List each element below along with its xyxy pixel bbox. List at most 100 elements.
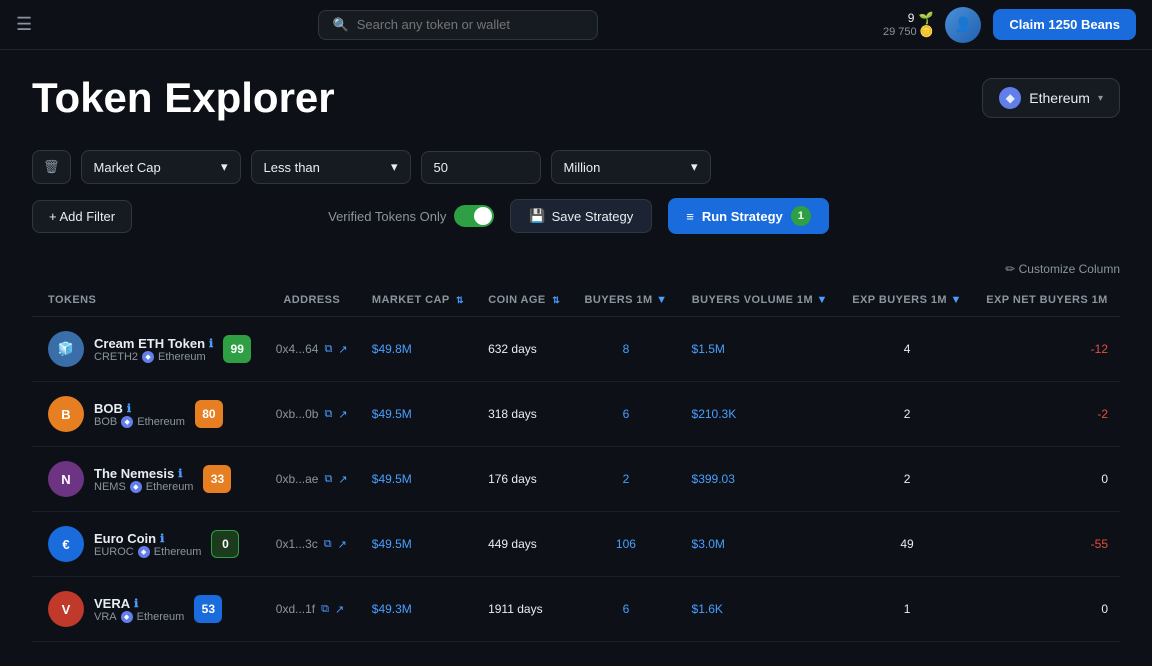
external-link-icon[interactable]: ↗ <box>338 473 347 486</box>
header-left: ☰ <box>16 14 32 35</box>
net-buyers-value: 0 <box>974 577 1120 642</box>
token-symbol: BOB ◆ Ethereum <box>94 416 185 428</box>
filters-row: 🗑 Market Cap ▾ Less than ▾ Million ▾ <box>32 150 1120 184</box>
coin-age-value: 318 days <box>476 382 572 447</box>
address-value: 0xb...ae <box>276 472 319 486</box>
token-symbol: CRETH2 ◆ Ethereum <box>94 351 213 363</box>
unit-filter[interactable]: Million ▾ <box>551 150 711 184</box>
eth-network-icon: ◆ <box>138 546 150 558</box>
market-cap-value: $49.8M <box>360 317 476 382</box>
buyers-volume-value: $3.0M <box>680 512 841 577</box>
token-name: The Nemesis ℹ <box>94 466 193 481</box>
col-coin-age: COIN AGE ⇅ <box>476 284 572 317</box>
exp-buyers-value: 1 <box>840 577 974 642</box>
exp-buyers-value: 49 <box>840 512 974 577</box>
search-input[interactable] <box>357 17 583 32</box>
copy-icon[interactable]: ⧉ <box>321 603 329 616</box>
tokens-table: TOKENS ADDRESS MARKET CAP ⇅ COIN AGE ⇅ B… <box>32 284 1120 642</box>
avatar[interactable]: 👤 <box>945 7 981 43</box>
external-link-icon[interactable]: ↗ <box>338 343 347 356</box>
add-filter-button[interactable]: + Add Filter <box>32 200 132 233</box>
copy-icon[interactable]: ⧉ <box>324 343 332 356</box>
verified-toggle-wrap: Verified Tokens Only <box>328 205 494 227</box>
token-score: 80 <box>195 400 223 428</box>
token-cell: N The Nemesis ℹ NEMS ◆ Ethereum 33 <box>32 447 264 512</box>
token-symbol: VRA ◆ Ethereum <box>94 611 184 623</box>
header-right: 9 🌱 29 750 🪙 👤 Claim 1250 Beans <box>883 7 1136 43</box>
exp-buyers-value: 2 <box>840 382 974 447</box>
col-buyers[interactable]: BUYERS 1M ▼ <box>572 284 679 317</box>
info-icon[interactable]: ℹ <box>178 467 182 480</box>
unit-chevron: ▾ <box>691 159 698 175</box>
net-buyers-value: -2 <box>974 382 1120 447</box>
beans-count: 9 🌱 <box>908 11 934 25</box>
token-address: 0x1...3c ⧉ ↗ <box>264 512 360 577</box>
token-symbol: EUROC ◆ Ethereum <box>94 546 201 558</box>
copy-icon[interactable]: ⧉ <box>324 473 332 486</box>
run-strategy-button[interactable]: ≡ Run Strategy 1 <box>668 198 829 234</box>
token-name-wrap: Euro Coin ℹ EUROC ◆ Ethereum <box>94 531 201 558</box>
token-symbol: NEMS ◆ Ethereum <box>94 481 193 493</box>
info-icon[interactable]: ℹ <box>127 402 131 415</box>
info-icon[interactable]: ℹ <box>209 337 213 350</box>
market-cap-filter[interactable]: Market Cap ▾ <box>81 150 241 184</box>
market-cap-value: $49.3M <box>360 577 476 642</box>
col-net-buyers[interactable]: EXP NET BUYERS 1M <box>974 284 1120 317</box>
search-bar: 🔍 <box>318 10 598 40</box>
col-address: ADDRESS <box>264 284 360 317</box>
net-buyers-value: -12 <box>974 317 1120 382</box>
external-link-icon[interactable]: ↗ <box>335 603 344 616</box>
token-score: 33 <box>203 465 231 493</box>
buyers-volume-value: $210.3K <box>680 382 841 447</box>
info-icon[interactable]: ℹ <box>134 597 138 610</box>
token-cell: € Euro Coin ℹ EUROC ◆ Ethereum 0 <box>32 512 264 577</box>
value-input[interactable] <box>421 151 541 184</box>
exp-buyers-value: 4 <box>840 317 974 382</box>
market-cap-chevron: ▾ <box>221 159 228 175</box>
market-cap-value: $49.5M <box>360 447 476 512</box>
network-selector[interactable]: ◆ Ethereum ▾ <box>982 78 1120 118</box>
external-link-icon[interactable]: ↗ <box>338 538 347 551</box>
token-name-wrap: The Nemesis ℹ NEMS ◆ Ethereum <box>94 466 193 493</box>
token-name: Cream ETH Token ℹ <box>94 336 213 351</box>
points-icon: 🪙 <box>920 26 934 38</box>
token-name-wrap: VERA ℹ VRA ◆ Ethereum <box>94 596 184 623</box>
net-buyers-value: 0 <box>974 447 1120 512</box>
eth-network-icon: ◆ <box>121 416 133 428</box>
col-buyers-vol[interactable]: BUYERS VOLUME 1M ▼ <box>680 284 841 317</box>
coin-age-value: 632 days <box>476 317 572 382</box>
claim-button[interactable]: Claim 1250 Beans <box>993 9 1136 40</box>
buyers-value: 6 <box>572 382 679 447</box>
token-address: 0xb...0b ⧉ ↗ <box>264 382 360 447</box>
col-tokens: TOKENS <box>32 284 264 317</box>
col-exp-buyers[interactable]: EXP BUYERS 1M ▼ <box>840 284 974 317</box>
eth-icon: ◆ <box>999 87 1021 109</box>
table-row: N The Nemesis ℹ NEMS ◆ Ethereum 33 0xb <box>32 447 1120 512</box>
search-icon: 🔍 <box>333 17 349 33</box>
token-logo: N <box>48 461 84 497</box>
customize-columns-button[interactable]: ✏ Customize Column <box>32 262 1120 276</box>
token-address: 0xd...1f ⧉ ↗ <box>264 577 360 642</box>
market-cap-value: $49.5M <box>360 382 476 447</box>
table-row: 🧊 Cream ETH Token ℹ CRETH2 ◆ Ethereum 99 <box>32 317 1120 382</box>
delete-filter-button[interactable]: 🗑 <box>32 150 71 184</box>
save-strategy-button[interactable]: 💾 Save Strategy <box>510 199 652 233</box>
toggle-knob <box>474 207 492 225</box>
token-name-wrap: Cream ETH Token ℹ CRETH2 ◆ Ethereum <box>94 336 213 363</box>
net-buyers-value: -55 <box>974 512 1120 577</box>
external-link-icon[interactable]: ↗ <box>338 408 347 421</box>
beans-info: 9 🌱 29 750 🪙 <box>883 11 933 38</box>
copy-icon[interactable]: ⧉ <box>324 538 332 551</box>
table-row: B BOB ℹ BOB ◆ Ethereum 80 0xb...0b <box>32 382 1120 447</box>
coin-age-value: 1911 days <box>476 577 572 642</box>
market-cap-value: $49.5M <box>360 512 476 577</box>
copy-icon[interactable]: ⧉ <box>324 408 332 421</box>
save-icon: 💾 <box>529 208 545 224</box>
token-address: 0x4...64 ⧉ ↗ <box>264 317 360 382</box>
verified-toggle[interactable] <box>454 205 494 227</box>
condition-filter[interactable]: Less than ▾ <box>251 150 411 184</box>
exp-buyers-value: 2 <box>840 447 974 512</box>
menu-icon[interactable]: ☰ <box>16 14 32 35</box>
token-cell: B BOB ℹ BOB ◆ Ethereum 80 <box>32 382 264 447</box>
info-icon[interactable]: ℹ <box>160 532 164 545</box>
